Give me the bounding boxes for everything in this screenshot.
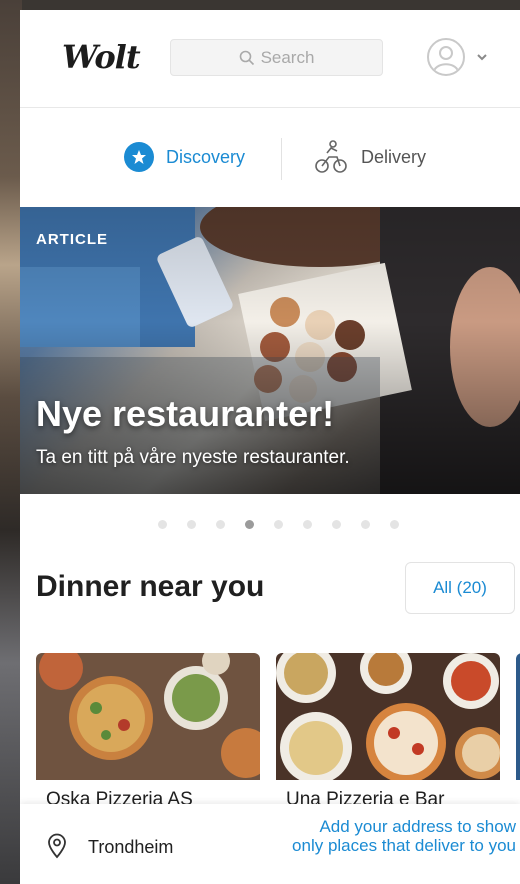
add-address-link[interactable]: Add your address to show only places tha… (288, 817, 516, 855)
search-input[interactable]: Search (170, 39, 383, 76)
see-all-button[interactable]: All (20) (405, 562, 515, 614)
search-placeholder: Search (260, 47, 315, 67)
hero-kicker: ARTICLE (36, 231, 108, 248)
tab-divider (281, 138, 282, 180)
restaurant-card[interactable]: Oska Pizzeria AS (36, 653, 260, 815)
mode-tabs (20, 108, 520, 206)
wolt-logo[interactable]: Wolt (62, 38, 141, 76)
restaurant-photo (36, 653, 260, 780)
tab-discovery-label: Discovery (166, 146, 246, 167)
bicycle-courier-icon (315, 140, 347, 173)
section-title: Dinner near you (36, 570, 265, 603)
carousel-dot[interactable] (245, 520, 254, 529)
carousel-dot[interactable] (216, 520, 225, 529)
carousel-dot[interactable] (274, 520, 283, 529)
app-frame: Wolt Search Discovery Delivery ARTICLE N… (20, 10, 520, 884)
restaurant-card[interactable] (516, 653, 520, 815)
hero-article-banner[interactable]: ARTICLE Nye restauranter! Ta en titt på … (20, 207, 520, 494)
restaurant-carousel: Oska Pizzeria AS Una Pizzeria e Bar (36, 653, 520, 815)
top-header: Wolt Search (20, 10, 520, 108)
search-icon (239, 50, 254, 65)
tab-delivery-label: Delivery (361, 146, 427, 167)
carousel-dots (158, 520, 399, 529)
carousel-dot[interactable] (332, 520, 341, 529)
tab-delivery[interactable]: Delivery (313, 139, 426, 175)
tab-discovery[interactable]: Discovery (124, 142, 245, 172)
user-avatar-icon[interactable] (427, 38, 465, 76)
location-pin-icon (48, 833, 66, 859)
carousel-dot[interactable] (187, 520, 196, 529)
carousel-dot[interactable] (390, 520, 399, 529)
restaurant-card[interactable]: Una Pizzeria e Bar (276, 653, 500, 815)
background-edge (0, 0, 22, 884)
hero-title: Nye restauranter! (36, 393, 335, 434)
address-bar[interactable]: Trondheim Add your address to show only … (20, 804, 520, 884)
current-city[interactable]: Trondheim (88, 837, 173, 858)
carousel-dot[interactable] (158, 520, 167, 529)
carousel-dot[interactable] (361, 520, 370, 529)
restaurant-photo (516, 653, 520, 780)
chevron-down-icon[interactable] (476, 51, 488, 63)
restaurant-photo (276, 653, 500, 780)
carousel-dot[interactable] (303, 520, 312, 529)
hero-subtitle: Ta en titt på våre nyeste restauranter. (36, 447, 350, 468)
star-badge-icon (124, 142, 154, 172)
